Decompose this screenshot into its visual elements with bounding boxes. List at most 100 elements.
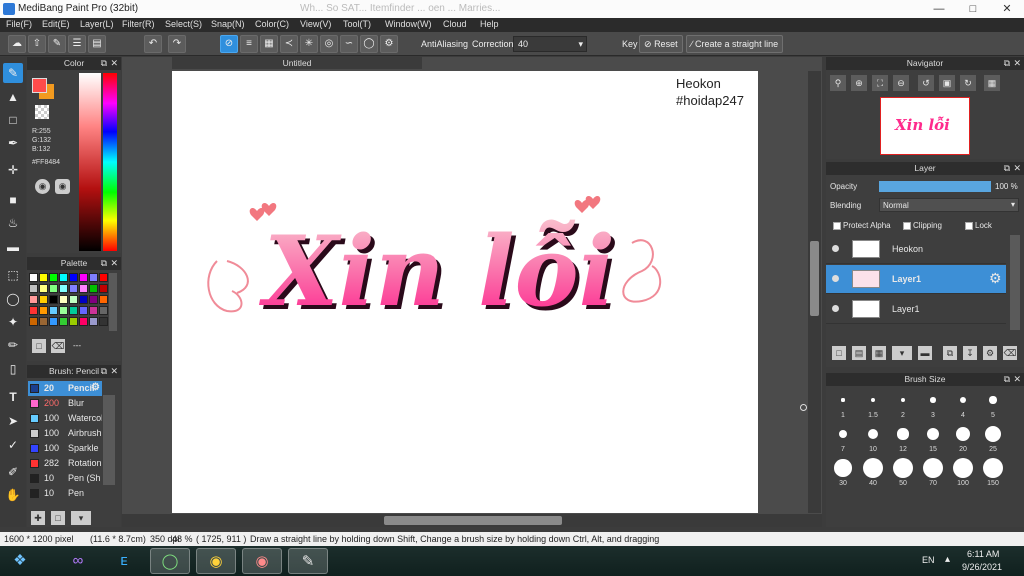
brush-item[interactable]: 100 Sparkle — [28, 441, 102, 456]
brush-size-option[interactable]: 15 — [918, 423, 948, 453]
select-eraser-icon[interactable]: ▯ — [3, 359, 23, 379]
palette-swatch[interactable] — [29, 306, 38, 315]
menu-window[interactable]: Window(W) — [385, 19, 432, 29]
palette-scrollbar[interactable] — [109, 273, 117, 331]
snap-circle-icon[interactable]: ◎ — [320, 35, 338, 53]
lasso-tool-icon[interactable]: ◯ — [3, 289, 23, 309]
menu-snap[interactable]: Snap(N) — [211, 19, 245, 29]
palette-swatch[interactable] — [59, 306, 68, 315]
folder-icon[interactable]: ▬ — [918, 346, 932, 360]
document-icon[interactable]: ▤ — [88, 35, 106, 53]
palette-swatch[interactable] — [79, 295, 88, 304]
menu-tool[interactable]: Tool(T) — [343, 19, 371, 29]
brush-item[interactable]: 10 Pen (Sh — [28, 471, 102, 486]
comment-icon[interactable]: ✎ — [48, 35, 66, 53]
straight-line-button[interactable]: ∕ Create a straight line — [686, 35, 784, 53]
brush-item[interactable]: 10 Pen — [28, 486, 102, 501]
trash-icon[interactable]: ⌫ — [51, 339, 65, 353]
select-pen-icon[interactable]: ✏ — [3, 335, 23, 355]
value-slider[interactable] — [79, 73, 101, 251]
undock-icon[interactable]: ⧉ — [101, 365, 107, 378]
close-icon[interactable]: ✕ — [110, 257, 118, 270]
horizontal-scroll-thumb[interactable] — [384, 516, 562, 525]
visibility-icon[interactable] — [832, 275, 839, 282]
snap-ellipse-icon[interactable]: ◯ — [360, 35, 378, 53]
snap-curve-icon[interactable]: ∽ — [340, 35, 358, 53]
layer-row[interactable]: Layer1 ⚙ — [826, 265, 1006, 294]
menu-edit[interactable]: Edit(E) — [42, 19, 70, 29]
palette-swatch[interactable] — [39, 295, 48, 304]
menu-color[interactable]: Color(C) — [255, 19, 289, 29]
brush-item[interactable]: 100 Airbrush — [28, 426, 102, 441]
palette-swatch[interactable] — [39, 273, 48, 282]
brush-item[interactable]: 282 Rotation — [28, 456, 102, 471]
palette-swatch[interactable] — [59, 273, 68, 282]
palette-wheel-icon[interactable]: ◉ — [35, 179, 50, 194]
magic-wand-icon[interactable]: ✦ — [3, 312, 23, 332]
layer-settings-icon[interactable]: ⚙ — [983, 346, 997, 360]
brush-size-option[interactable]: 70 — [918, 457, 948, 487]
palette-swatch[interactable] — [89, 295, 98, 304]
canvas[interactable]: Heokon #hoidap247 Xin lỗi Xin lỗi — [172, 71, 758, 513]
undock-icon[interactable]: ⧉ — [1004, 373, 1010, 386]
undock-icon[interactable]: ⧉ — [1004, 57, 1010, 70]
brush-tool-icon[interactable]: ✎ — [3, 63, 23, 83]
zoom-fit-icon[interactable]: ⚲ — [830, 75, 846, 91]
snap-radial-icon[interactable]: ✳ — [300, 35, 318, 53]
snap-settings-icon[interactable]: ⚙ — [380, 35, 398, 53]
brush-item[interactable]: 200 Blur — [28, 396, 102, 411]
horizontal-scrollbar[interactable] — [122, 514, 822, 527]
copy-brush-icon[interactable]: □ — [51, 511, 65, 525]
brush-size-option[interactable]: 4 — [948, 389, 978, 419]
hue-slider[interactable] — [103, 73, 117, 251]
palette-swatch[interactable] — [69, 284, 78, 293]
palette-swatch[interactable] — [79, 306, 88, 315]
document-tab[interactable]: Untitled — [172, 57, 422, 69]
brush-size-option[interactable]: 30 — [828, 457, 858, 487]
brush-size-option[interactable]: 50 — [888, 457, 918, 487]
close-icon[interactable]: ✕ — [1013, 57, 1021, 70]
brush-item[interactable]: 20 Pencil ⚙ — [28, 381, 102, 396]
palette-swatch[interactable] — [49, 273, 58, 282]
menu-view[interactable]: View(V) — [300, 19, 331, 29]
new-color-layer-icon[interactable]: ▤ — [852, 346, 866, 360]
trash-icon[interactable]: ⌫ — [1003, 346, 1017, 360]
menu-filter[interactable]: Filter(R) — [122, 19, 155, 29]
visibility-icon[interactable] — [832, 245, 839, 252]
text-tool-icon[interactable]: T — [3, 387, 23, 407]
transparent-color-swatch[interactable] — [35, 105, 49, 119]
palette-swatch[interactable] — [39, 284, 48, 293]
palette-swatch[interactable] — [99, 284, 108, 293]
opacity-slider[interactable] — [879, 181, 991, 192]
palette-swatch[interactable] — [69, 306, 78, 315]
palette-swatch[interactable] — [49, 295, 58, 304]
close-window-button[interactable]: ✕ — [990, 0, 1024, 18]
close-icon[interactable]: ✕ — [110, 365, 118, 378]
brush-size-option[interactable]: 7 — [828, 423, 858, 453]
cloud-icon[interactable]: ☁ — [8, 35, 26, 53]
gear-icon[interactable]: ⚙ — [989, 270, 1002, 287]
rectangle-tool-icon[interactable]: □ — [3, 110, 23, 130]
brush-size-option[interactable]: 1.5 — [858, 389, 888, 419]
brush-item[interactable]: 100 Watercolor — [28, 411, 102, 426]
undock-icon[interactable]: ⧉ — [101, 57, 107, 70]
fit-window-icon[interactable]: ⛶ — [872, 75, 888, 91]
reset-button[interactable]: ⊘ Reset — [639, 35, 683, 53]
palette-swatch[interactable] — [89, 284, 98, 293]
rotate-right-icon[interactable]: ↻ — [960, 75, 976, 91]
navigator-preview[interactable]: Xin lỗi — [880, 97, 970, 155]
minimize-button[interactable]: — — [922, 0, 956, 18]
close-icon[interactable]: ✕ — [1013, 162, 1021, 175]
maximize-button[interactable]: □ — [956, 0, 990, 18]
lock-option[interactable]: Lock — [965, 221, 992, 230]
palette-swatch[interactable] — [59, 317, 68, 326]
fill-rect-tool-icon[interactable]: ■ — [3, 190, 23, 210]
add-layer-menu-icon[interactable]: ▾ — [892, 346, 912, 360]
note-icon[interactable]: ☰ — [68, 35, 86, 53]
brush-size-option[interactable]: 1 — [828, 389, 858, 419]
pen-tool-icon[interactable]: ✒ — [3, 133, 23, 153]
medibang-taskbar-icon[interactable]: ◉ — [242, 548, 282, 574]
brush-menu-icon[interactable]: ▾ — [71, 511, 91, 525]
gear-icon[interactable]: ⚙ — [91, 382, 100, 393]
color-picker-icon[interactable]: ◉ — [55, 179, 70, 194]
